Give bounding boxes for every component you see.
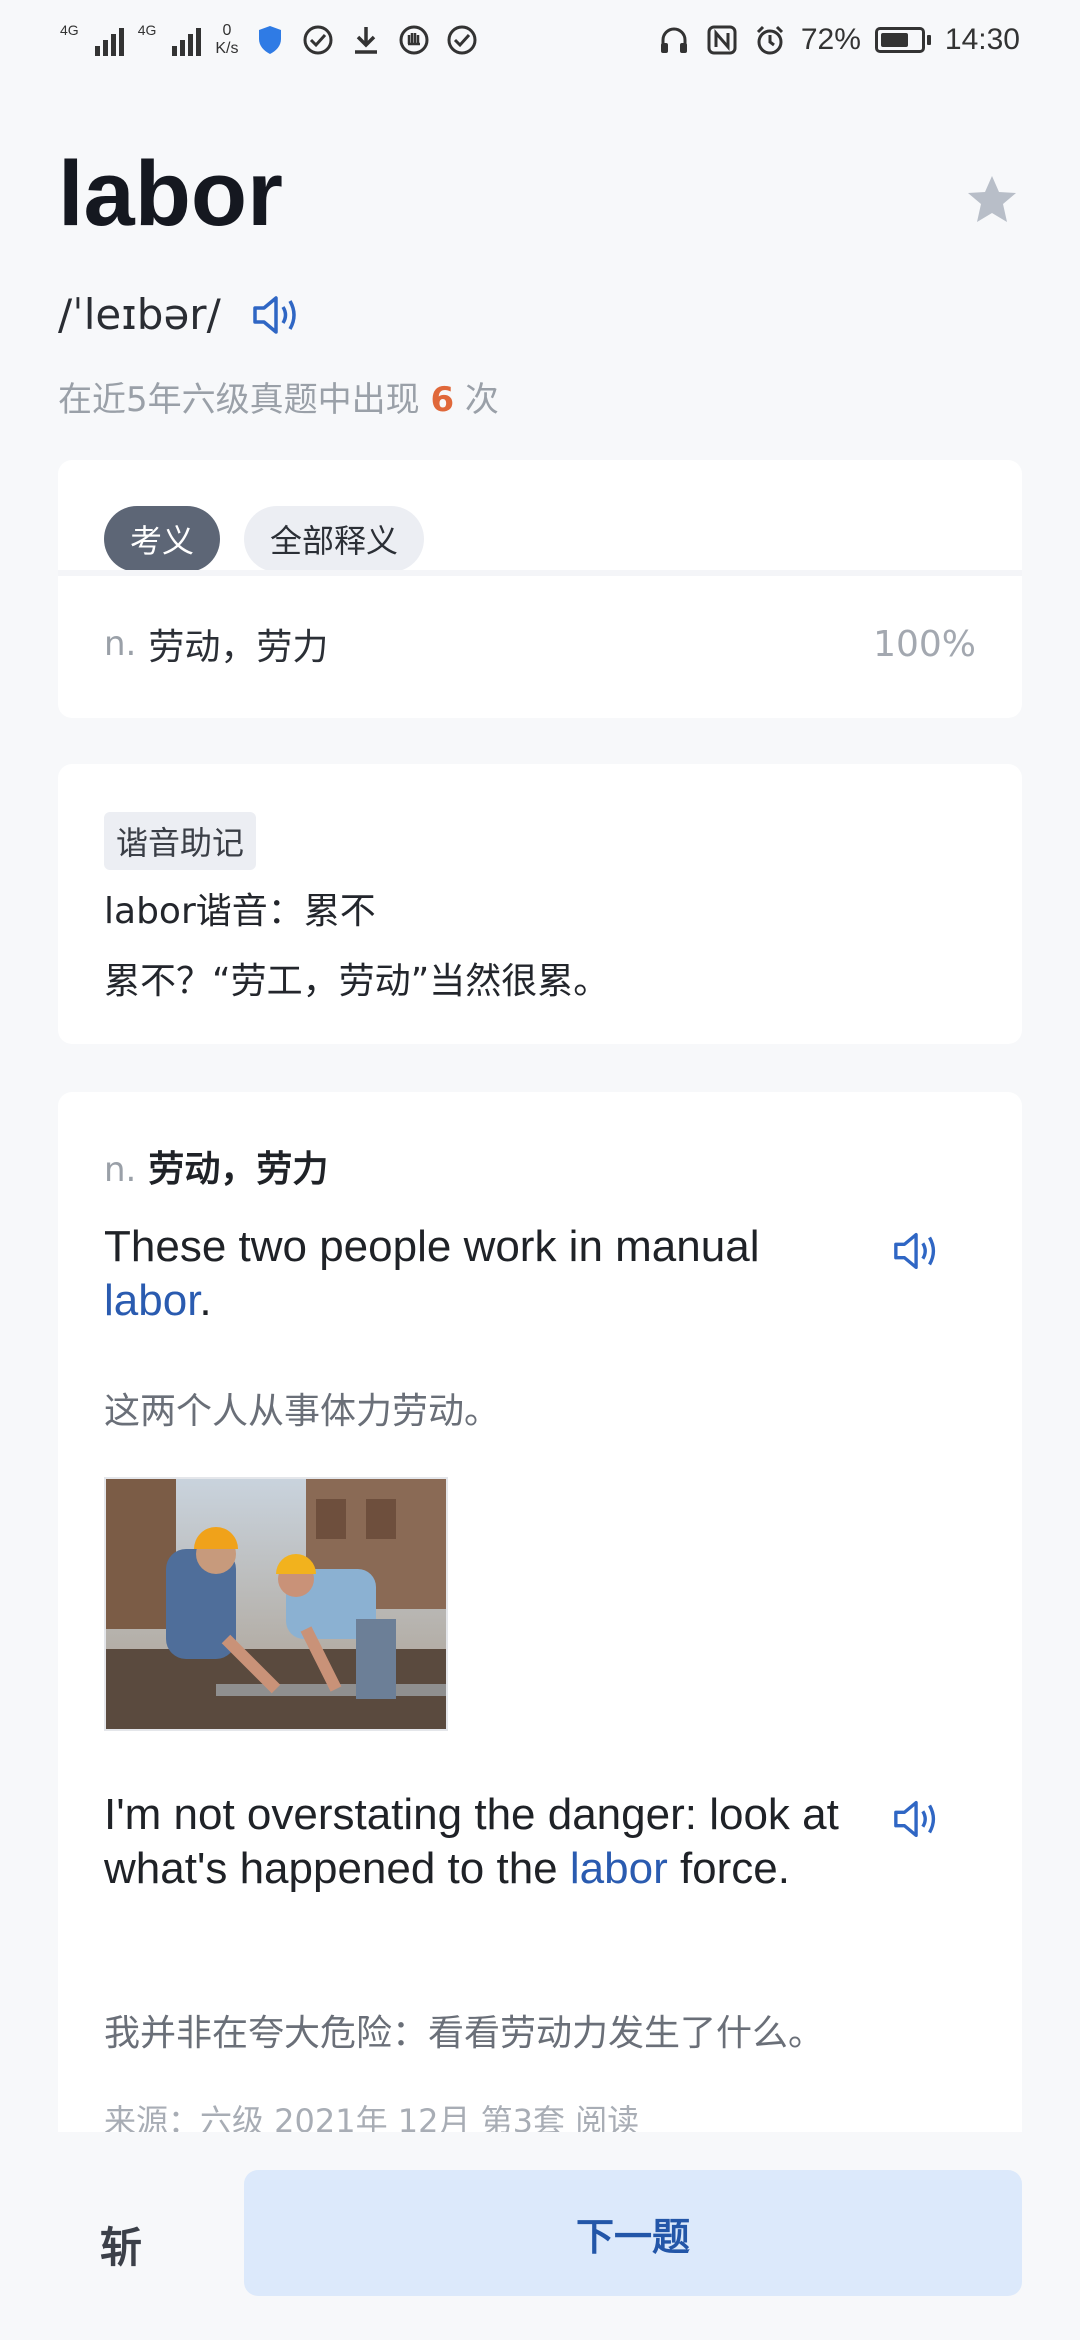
bottom-bar: 斩 下一题 bbox=[0, 2132, 1080, 2340]
tab-exam-meaning[interactable]: 考义 bbox=[104, 506, 221, 572]
examples-meaning: 劳动，劳力 bbox=[148, 1149, 329, 1190]
status-right: 72% 14:30 bbox=[657, 23, 1020, 57]
battery-percent: 72% bbox=[800, 23, 861, 56]
next-question-button[interactable]: 下一题 bbox=[244, 2170, 1022, 2296]
exam-frequency: 在近5年六级真题中出现 6 次 bbox=[58, 372, 499, 421]
check-circle-icon-2 bbox=[445, 23, 479, 57]
example-translation: 这两个人从事体力劳动。 bbox=[104, 1391, 501, 1432]
signal-icon-2 bbox=[172, 24, 202, 56]
pronunciation-row: /ˈleɪbər/ bbox=[58, 290, 305, 339]
frequency-suffix: 次 bbox=[454, 380, 499, 420]
headphones-icon bbox=[657, 23, 691, 57]
phonetic: /ˈleɪbər/ bbox=[58, 290, 221, 339]
alarm-icon bbox=[753, 23, 787, 57]
example-sentence-en-2: I'm not overstating the danger: look at … bbox=[104, 1788, 864, 1896]
frequency-prefix: 在近5年六级真题中出现 bbox=[58, 380, 431, 420]
example-photo[interactable] bbox=[104, 1477, 448, 1731]
star-icon[interactable] bbox=[964, 172, 1020, 228]
meaning-card: 考义 全部释义 n. 劳动，劳力 100% bbox=[58, 460, 1022, 718]
frequency-count: 6 bbox=[430, 380, 455, 420]
mnemonic-tag: 谐音助记 bbox=[104, 812, 257, 870]
hand-icon bbox=[397, 23, 431, 57]
download-icon bbox=[349, 23, 383, 57]
example-text-end: . bbox=[199, 1276, 212, 1325]
speed-unit: K/s bbox=[215, 40, 239, 57]
speed-value: 0 bbox=[222, 22, 232, 39]
signal-icon-1 bbox=[94, 24, 124, 56]
example-speaker-icon[interactable] bbox=[892, 1228, 944, 1274]
examples-header: n. 劳动，劳力 bbox=[104, 1140, 328, 1192]
example-speaker-icon-2[interactable] bbox=[892, 1796, 944, 1842]
part-of-speech: n. bbox=[104, 624, 137, 664]
word-title: labor bbox=[58, 143, 283, 245]
mnemonic-card: 谐音助记 labor谐音：累不 累不？“劳工，劳动”当然很累。 bbox=[58, 764, 1022, 1044]
example-highlight: labor bbox=[104, 1276, 200, 1325]
shield-icon bbox=[253, 23, 287, 57]
battery-icon bbox=[874, 27, 931, 53]
meaning-text: 劳动，劳力 bbox=[148, 627, 329, 668]
meaning-row: n. 劳动，劳力 100% bbox=[104, 618, 976, 670]
clock: 14:30 bbox=[944, 23, 1020, 56]
example-text: These two people work in manual bbox=[104, 1222, 760, 1271]
meaning-tabs: 考义 全部释义 bbox=[104, 506, 425, 572]
part-of-speech: n. bbox=[104, 1150, 137, 1190]
mnemonic-line-2: 累不？“劳工，劳动”当然很累。 bbox=[104, 961, 610, 1002]
network-type-2: 4G bbox=[137, 22, 157, 38]
tab-all-meanings[interactable]: 全部释义 bbox=[244, 506, 425, 572]
examples-card: n. 劳动，劳力 These two people work in manual … bbox=[58, 1092, 1022, 2132]
example-sentence-en: These two people work in manual labor. bbox=[104, 1220, 864, 1328]
nfc-icon bbox=[705, 23, 739, 57]
meaning-percent: 100% bbox=[873, 623, 976, 665]
network-speed: 0 K/s bbox=[215, 22, 238, 58]
example-source: 来源：六级 2021年 12月 第3套 阅读 bbox=[104, 2102, 640, 2132]
example-highlight: labor bbox=[569, 1844, 668, 1893]
status-bar: 4G 4G 0 K/s 72% 14:30 bbox=[0, 0, 1080, 80]
status-left: 4G 4G 0 K/s bbox=[60, 22, 479, 58]
example-translation-2: 我并非在夸大危险：看看劳动力发生了什么。 bbox=[104, 2013, 825, 2054]
network-type-1: 4G bbox=[60, 22, 79, 38]
slash-button[interactable]: 斩 bbox=[100, 2214, 142, 2275]
check-circle-icon bbox=[301, 23, 335, 57]
example-text-end: force. bbox=[667, 1844, 790, 1893]
speaker-icon[interactable] bbox=[251, 292, 305, 338]
divider bbox=[58, 570, 1022, 576]
mnemonic-line-1: labor谐音：累不 bbox=[104, 891, 376, 932]
